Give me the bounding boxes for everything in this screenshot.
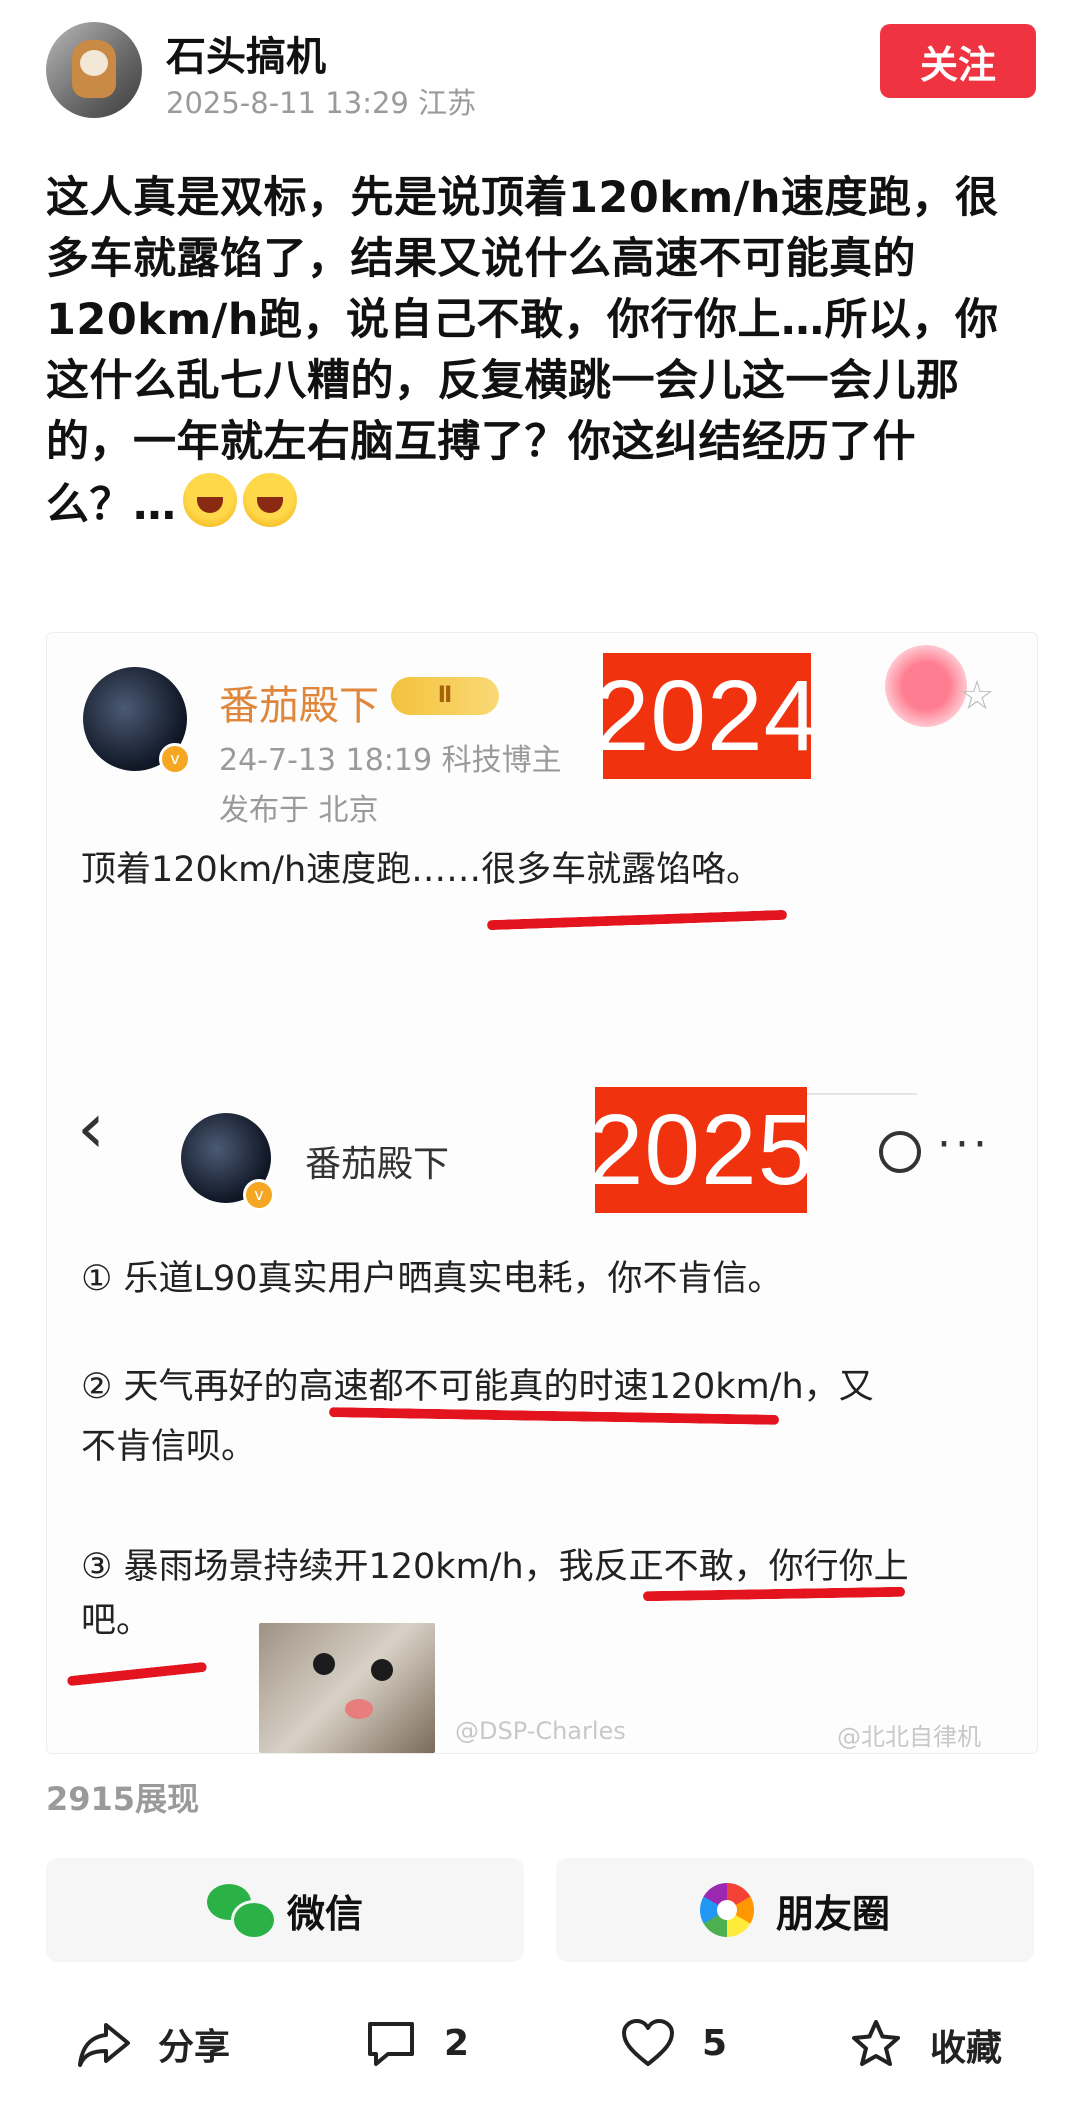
year-tag-2024: 2024: [594, 653, 819, 779]
like-count: 5: [702, 2022, 728, 2064]
embedded-content-2024: 顶着120km/h速度跑……很多车就露馅咯。: [81, 850, 762, 890]
year-tag-2025: 2025: [588, 1087, 813, 1213]
share-wechat-label: 微信: [286, 1891, 363, 1936]
share-label: 分享: [158, 2027, 231, 2068]
wechat-icon: [206, 1884, 277, 1940]
watermark: @DSP-Charles: [455, 1717, 626, 1745]
author-avatar[interactable]: [46, 22, 142, 118]
bottom-action-bar: 分享 2 5 收藏: [0, 1990, 1080, 2110]
follow-button[interactable]: 关注: [880, 24, 1036, 98]
share-wechat-button[interactable]: 微信: [46, 1858, 524, 1962]
share-arrow-icon: [78, 2023, 130, 2067]
cat-sticker-image: [259, 1623, 435, 1753]
favorite-action[interactable]: 收藏: [848, 2018, 1002, 2072]
comment-icon: [368, 2022, 414, 2066]
more-icon: ···: [937, 1119, 991, 1170]
embedded-item-3-cont: 吧。: [81, 1601, 152, 1641]
moments-icon: [699, 1883, 754, 1937]
view-count: 2915展现: [46, 1780, 200, 1818]
post-meta: 2025-8-11 13:29 江苏: [166, 86, 477, 120]
post-body: 这人真是双标，先是说顶着120km/h速度跑，很多车就露馅了，结果又说什么高速不…: [46, 173, 999, 530]
comment-count: 2: [444, 2022, 470, 2064]
share-moments-button[interactable]: 朋友圈: [556, 1858, 1034, 1962]
share-moments-label: 朋友圈: [775, 1891, 890, 1936]
share-action[interactable]: 分享: [76, 2018, 230, 2070]
embedded-author-name: 番茄殿下: [219, 683, 379, 729]
comment-action[interactable]: 2: [364, 2018, 469, 2068]
red-underline: [66, 1661, 208, 1687]
embedded-item-3: ③ 暴雨场景持续开120km/h，我反正不敢，你行你上: [81, 1547, 909, 1587]
search-icon: [879, 1131, 921, 1173]
heart-icon: [622, 2019, 674, 2066]
verified-badge-icon: v: [243, 1179, 275, 1211]
embedded-author-name-2: 番茄殿下: [305, 1144, 450, 1185]
embedded-item-2: ② 天气再好的高速都不可能真的时速120km/h，又: [81, 1367, 874, 1407]
watermark: @北北自律机: [837, 1723, 981, 1751]
crown-level-badge-icon: Ⅱ: [391, 677, 499, 715]
gift-icon: [885, 645, 967, 727]
like-action[interactable]: 5: [620, 2018, 727, 2068]
embedded-location: 发布于 北京: [219, 793, 379, 828]
embedded-item-1: ① 乐道L90真实用户晒真实电耗，你不肯信。: [81, 1259, 783, 1299]
star-icon: [852, 2020, 900, 2066]
star-outline-icon: ☆: [959, 673, 995, 719]
favorite-label: 收藏: [930, 2028, 1003, 2069]
verified-badge-icon: v: [159, 743, 191, 775]
red-underline: [486, 909, 788, 931]
author-name[interactable]: 石头搞机: [166, 24, 326, 82]
embedded-meta: 24-7-13 18:19 科技博主: [219, 743, 562, 778]
post-image[interactable]: v 番茄殿下 Ⅱ 24-7-13 18:19 科技博主 发布于 北京 2024 …: [46, 632, 1038, 1754]
embedded-item-2-cont: 不肯信呗。: [81, 1427, 257, 1467]
laughing-crying-emoji-icon: [182, 473, 237, 527]
laughing-crying-emoji-icon: [242, 473, 297, 527]
back-arrow-icon: ‹: [77, 1087, 105, 1169]
post-text: 这人真是双标，先是说顶着120km/h速度跑，很多车就露馅了，结果又说什么高速不…: [46, 168, 1036, 536]
